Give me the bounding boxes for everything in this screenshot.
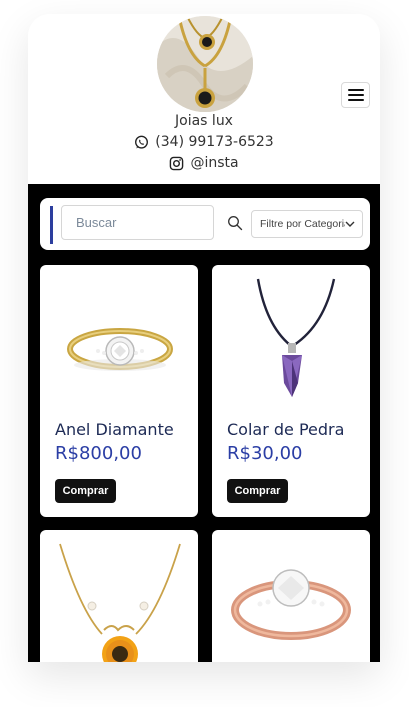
jewelry-necklace-photo-icon <box>157 16 253 112</box>
chevron-down-icon <box>345 220 355 228</box>
avatar <box>157 16 253 112</box>
hamburger-menu-icon <box>347 89 364 91</box>
phone-frame: Joias lux (34) 99173-6523 @insta Buscar … <box>28 14 380 662</box>
product-price: R$30,00 <box>227 443 303 464</box>
instagram-icon <box>170 156 184 170</box>
menu-button[interactable] <box>341 82 370 108</box>
product-price: R$800,00 <box>55 443 142 464</box>
product-section: Filtre por Categoria Anel Diamante R$800… <box>28 184 380 662</box>
product-card <box>40 530 198 662</box>
category-filter-label: Filtre por Categoria <box>260 218 350 230</box>
diamond-ring-image <box>67 328 173 371</box>
hamburger-line <box>347 99 364 101</box>
product-card <box>212 530 370 662</box>
rose-gold-ring-image <box>231 569 351 640</box>
search-icon[interactable] <box>227 215 243 231</box>
buy-button[interactable]: Comprar <box>55 479 116 503</box>
category-filter-select[interactable]: Filtre por Categoria <box>251 210 363 238</box>
instagram-contact[interactable]: @insta <box>28 155 380 171</box>
product-card: Colar de Pedra R$30,00 Comprar <box>212 265 370 517</box>
buy-button[interactable]: Comprar <box>227 479 288 503</box>
product-title: Anel Diamante <box>55 420 174 439</box>
brand-name: Joias lux <box>175 113 233 129</box>
product-title: Colar de Pedra <box>227 420 345 439</box>
hamburger-line <box>347 94 364 96</box>
search-bar: Filtre por Categoria <box>40 198 370 250</box>
amethyst-pendant-image <box>256 278 336 397</box>
search-accent-bar <box>50 206 53 244</box>
whatsapp-icon <box>135 135 149 149</box>
instagram-handle: @insta <box>190 155 239 171</box>
product-card: Anel Diamante R$800,00 Comprar <box>40 265 198 517</box>
phone-number: (34) 99173-6523 <box>155 134 274 150</box>
search-input[interactable] <box>61 205 214 240</box>
site-header: Joias lux (34) 99173-6523 @insta <box>28 14 380 184</box>
sunflower-necklace-image <box>59 543 181 662</box>
phone-contact[interactable]: (34) 99173-6523 <box>28 134 380 150</box>
